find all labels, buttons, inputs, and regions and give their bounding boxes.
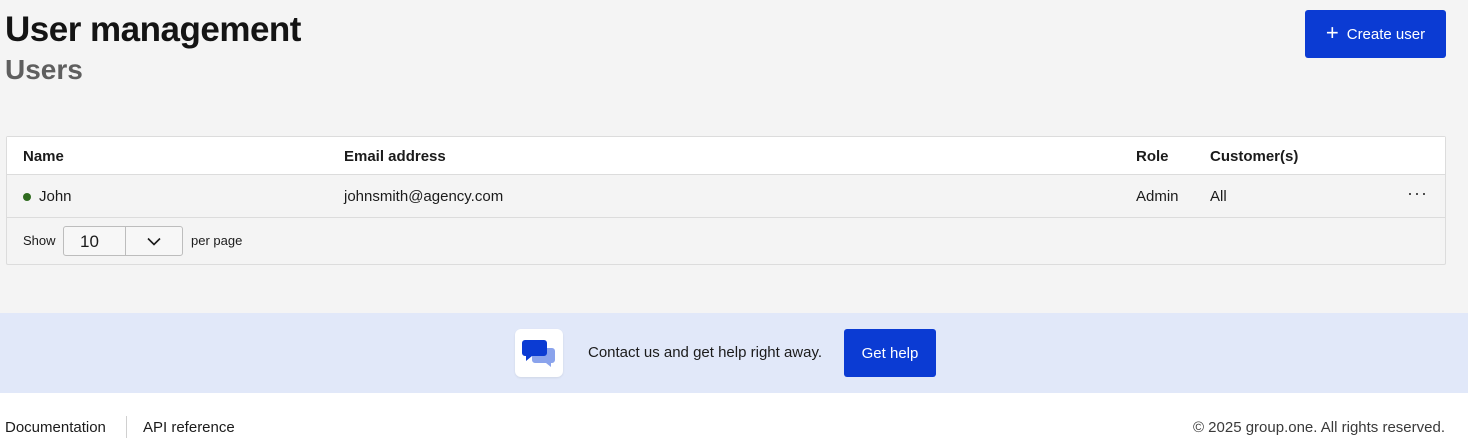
help-banner: Contact us and get help right away. Get … — [0, 313, 1468, 393]
column-header-email[interactable]: Email address — [344, 148, 446, 165]
table-row[interactable]: John johnsmith@agency.com Admin All ··· — [7, 175, 1445, 218]
pagination: Show 10 per page — [7, 218, 1445, 264]
user-name[interactable]: John — [39, 188, 72, 205]
status-indicator — [23, 193, 31, 201]
page-subtitle: Users — [5, 54, 83, 85]
footer: Documentation API reference © 2025 group… — [0, 393, 1468, 446]
footer-divider — [126, 416, 127, 438]
chat-bubbles-icon — [515, 329, 563, 377]
more-icon[interactable]: ··· — [1407, 183, 1428, 204]
page-size-value: 10 — [64, 227, 126, 255]
user-customers: All — [1210, 188, 1227, 205]
user-email: johnsmith@agency.com — [344, 188, 504, 205]
help-text: Contact us and get help right away. — [588, 344, 823, 361]
show-label: Show — [23, 233, 56, 248]
create-user-label: Create user — [1346, 25, 1426, 43]
page-title: User management — [5, 10, 301, 49]
column-header-name[interactable]: Name — [23, 148, 64, 165]
per-page-label: per page — [191, 233, 243, 248]
table-header: Name Email address Role Customer(s) — [7, 137, 1445, 175]
footer-link-documentation[interactable]: Documentation — [5, 419, 106, 436]
chevron-down-icon — [126, 227, 182, 255]
users-table: Name Email address Role Customer(s) John… — [6, 136, 1446, 265]
column-header-customers[interactable]: Customer(s) — [1210, 148, 1298, 165]
page-size-select[interactable]: 10 — [63, 226, 183, 256]
footer-link-api-reference[interactable]: API reference — [143, 419, 235, 436]
plus-icon: + — [1325, 20, 1339, 45]
column-header-role[interactable]: Role — [1136, 148, 1169, 165]
copyright: © 2025 group.one. All rights reserved. — [1192, 419, 1445, 436]
user-role: Admin — [1136, 188, 1179, 205]
get-help-button[interactable]: Get help — [844, 329, 936, 377]
create-user-button[interactable]: + Create user — [1305, 10, 1446, 58]
